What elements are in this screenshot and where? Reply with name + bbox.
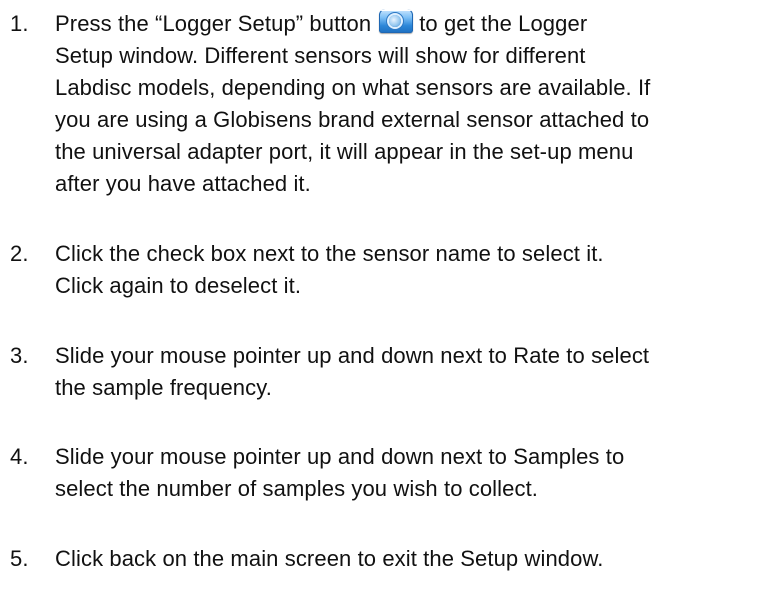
step-number: 4. bbox=[10, 444, 29, 469]
step-line: Setup window. Different sensors will sho… bbox=[55, 43, 586, 68]
step-line: select the number of samples you wish to… bbox=[55, 476, 539, 501]
step-line: Click again to deselect it. bbox=[55, 273, 302, 298]
step-line: Slide your mouse pointer up and down nex… bbox=[55, 444, 625, 469]
step-line: Click the check box next to the sensor n… bbox=[55, 241, 604, 266]
step-line: Slide your mouse pointer up and down nex… bbox=[55, 343, 650, 368]
step-line: after you have attached it. bbox=[55, 171, 311, 196]
step-number: 3. bbox=[10, 343, 29, 368]
logger-setup-icon bbox=[379, 9, 414, 33]
step-line: Labdisc models, depending on what sensor… bbox=[55, 75, 651, 100]
step-line: the sample frequency. bbox=[55, 375, 272, 400]
step-line: Press the “Logger Setup” button to get th… bbox=[55, 8, 587, 40]
step-number: 1. bbox=[10, 11, 29, 36]
step-text: Press the “Logger Setup” button bbox=[55, 11, 372, 36]
step-line: you are using a Globisens brand external… bbox=[55, 107, 650, 132]
step-line: the universal adapter port, it will appe… bbox=[55, 139, 634, 164]
step-number: 2. bbox=[10, 241, 29, 266]
instruction-document: 1. Press the “Logger Setup” button to get… bbox=[0, 0, 781, 594]
step-number: 5. bbox=[10, 546, 29, 571]
step-line: Click back on the main screen to exit th… bbox=[55, 546, 604, 571]
step-text: to get the Logger bbox=[419, 11, 588, 36]
